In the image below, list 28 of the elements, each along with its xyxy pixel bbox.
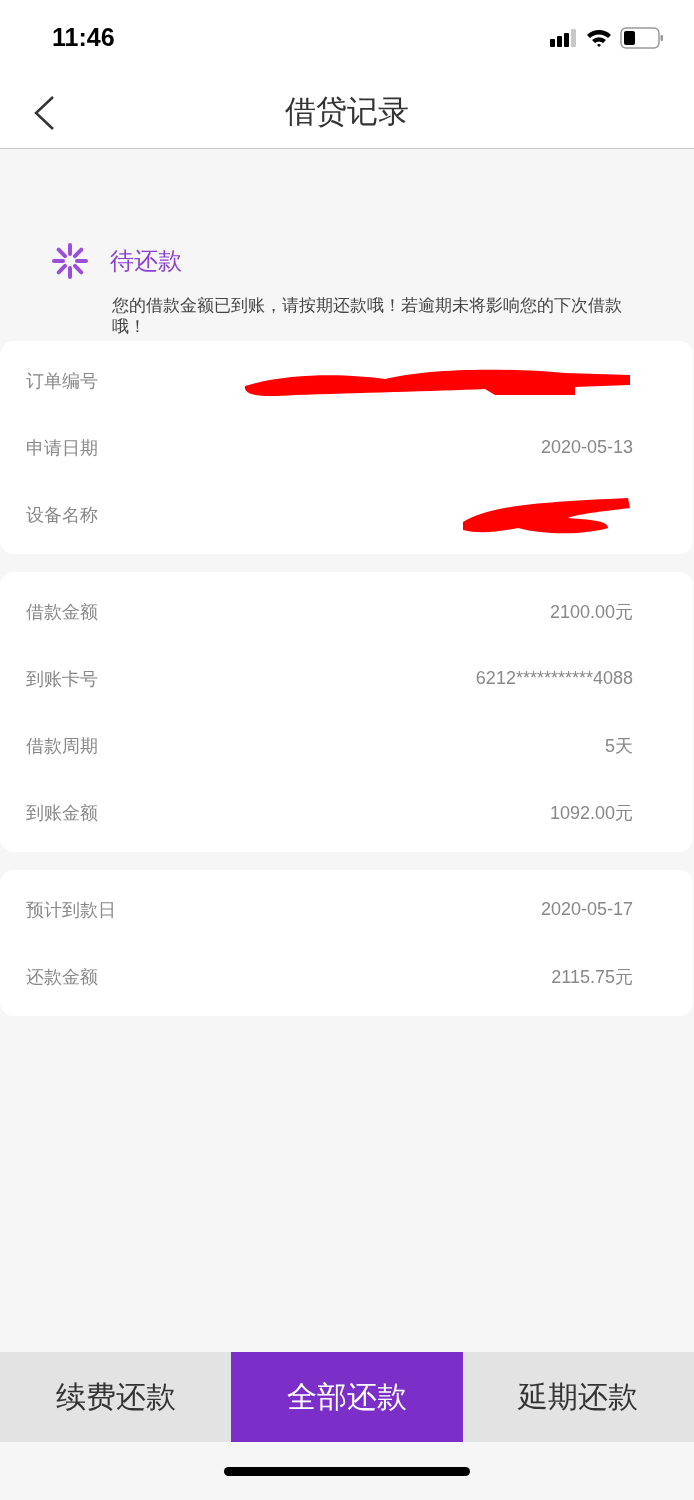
status-message: 您的借款金额已到账，请按期还款哦！若逾期未将影响您的下次借款哦！ <box>112 295 623 337</box>
row-value: 2100.00元 <box>549 600 633 624</box>
row-label: 到账卡号 <box>26 666 98 691</box>
row-value: 2115.75元 <box>551 965 633 989</box>
row-label: 设备名称 <box>26 502 98 527</box>
page-title: 借贷记录 <box>285 91 409 131</box>
row-label: 申请日期 <box>26 435 98 460</box>
wifi-icon <box>586 28 612 47</box>
status-title: 待还款 <box>110 246 182 277</box>
back-icon[interactable] <box>32 95 56 131</box>
row-label: 借款周期 <box>26 733 98 758</box>
row-label: 订单编号 <box>26 368 98 393</box>
battery-icon <box>620 26 664 49</box>
row-value: 1092.00元 <box>549 801 633 825</box>
row-value: 2020-05-13 <box>540 437 633 458</box>
spinner-icon <box>50 241 90 281</box>
row-value: 5天 <box>605 734 633 758</box>
repay-button[interactable]: 全部还款 <box>231 1352 463 1442</box>
row-value: 6212***********4088 <box>475 668 633 689</box>
status-time: 11:46 <box>52 23 115 52</box>
repay-button[interactable]: 延期还款 <box>462 1352 694 1442</box>
repay-button[interactable]: 续费还款 <box>0 1352 232 1442</box>
signal-icon <box>550 28 578 47</box>
row-label: 还款金额 <box>26 964 98 989</box>
row-value: 2020-05-17 <box>540 899 633 920</box>
row-label: 到账金额 <box>26 800 98 825</box>
row-label: 预计到款日 <box>26 897 116 922</box>
row-label: 借款金额 <box>26 599 98 624</box>
